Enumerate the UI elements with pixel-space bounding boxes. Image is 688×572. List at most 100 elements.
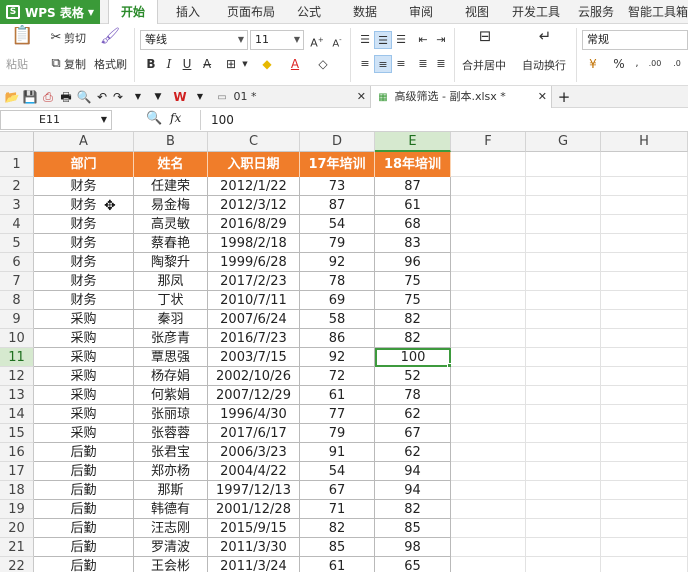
header-cell-d[interactable]: 17年培训 bbox=[300, 152, 375, 177]
empty-cell[interactable] bbox=[451, 367, 526, 386]
empty-cell[interactable] bbox=[526, 215, 601, 234]
empty-cell[interactable] bbox=[451, 215, 526, 234]
table-cell[interactable]: 张君宝 bbox=[134, 443, 208, 462]
table-cell[interactable]: 87 bbox=[375, 177, 451, 196]
table-cell[interactable]: 2006/3/23 bbox=[208, 443, 300, 462]
table-cell[interactable]: 96 bbox=[375, 253, 451, 272]
close-icon[interactable]: ✕ bbox=[538, 86, 547, 108]
table-cell[interactable]: 71 bbox=[300, 500, 375, 519]
strikethrough-icon[interactable]: A̶ bbox=[198, 55, 216, 73]
table-cell[interactable]: 后勤 bbox=[34, 462, 134, 481]
cut-button[interactable]: ✂ 剪切 bbox=[48, 30, 86, 46]
table-cell[interactable]: 91 bbox=[300, 443, 375, 462]
table-cell[interactable]: 2007/6/24 bbox=[208, 310, 300, 329]
table-cell[interactable]: 后勤 bbox=[34, 481, 134, 500]
empty-cell[interactable] bbox=[526, 481, 601, 500]
row-header-3[interactable]: 3 bbox=[0, 196, 34, 215]
empty-cell[interactable] bbox=[601, 291, 688, 310]
table-cell[interactable]: 92 bbox=[300, 253, 375, 272]
table-cell[interactable]: 75 bbox=[375, 272, 451, 291]
empty-cell[interactable] bbox=[526, 405, 601, 424]
table-cell[interactable]: 2017/2/23 bbox=[208, 272, 300, 291]
table-cell[interactable]: 83 bbox=[375, 234, 451, 253]
empty-cell[interactable] bbox=[451, 234, 526, 253]
merge-center-button[interactable]: 合并居中 bbox=[462, 57, 506, 73]
table-cell[interactable]: 67 bbox=[300, 481, 375, 500]
customize-toolbar-icon[interactable]: ▼ bbox=[130, 89, 146, 105]
table-cell[interactable]: 2012/1/22 bbox=[208, 177, 300, 196]
table-cell[interactable]: 秦羽 bbox=[134, 310, 208, 329]
table-cell[interactable]: 2003/7/15 bbox=[208, 348, 300, 367]
spreadsheet-grid[interactable]: A B C D E F G H 1 部门 姓名 入职日期 17年培训 18年培训 2 财务 任建荣 2012/1/… bbox=[0, 132, 688, 572]
clear-format-icon[interactable]: ◇ bbox=[314, 55, 332, 73]
column-header-h[interactable]: H bbox=[601, 132, 688, 152]
empty-cell[interactable] bbox=[451, 291, 526, 310]
comma-style-icon[interactable]: , bbox=[628, 55, 646, 73]
table-cell[interactable]: 财务 bbox=[34, 177, 134, 196]
empty-cell[interactable] bbox=[601, 367, 688, 386]
table-cell[interactable]: 韩德有 bbox=[134, 500, 208, 519]
align-right-icon[interactable]: ≡ bbox=[392, 55, 410, 73]
empty-cell[interactable] bbox=[601, 481, 688, 500]
empty-cell[interactable] bbox=[526, 443, 601, 462]
table-cell[interactable]: 98 bbox=[375, 538, 451, 557]
fill-color-icon[interactable]: ◆ bbox=[258, 55, 276, 73]
table-cell[interactable]: 85 bbox=[375, 519, 451, 538]
table-cell[interactable]: 罗清波 bbox=[134, 538, 208, 557]
row-header-2[interactable]: 2 bbox=[0, 177, 34, 196]
empty-cell[interactable] bbox=[526, 177, 601, 196]
wps-app-menu-button[interactable]: S WPS 表格 ▼ bbox=[0, 0, 100, 24]
table-cell[interactable]: 68 bbox=[375, 215, 451, 234]
tab-home[interactable]: 开始 bbox=[108, 0, 158, 25]
table-cell[interactable]: 后勤 bbox=[34, 500, 134, 519]
empty-cell[interactable] bbox=[451, 500, 526, 519]
empty-cell[interactable] bbox=[601, 152, 688, 177]
redo-icon[interactable]: ↷ bbox=[110, 89, 126, 105]
table-cell[interactable]: 后勤 bbox=[34, 519, 134, 538]
table-cell[interactable]: 蔡春艳 bbox=[134, 234, 208, 253]
empty-cell[interactable] bbox=[451, 196, 526, 215]
empty-cell[interactable] bbox=[601, 519, 688, 538]
table-cell[interactable]: 易金梅 bbox=[134, 196, 208, 215]
table-cell[interactable]: 79 bbox=[300, 424, 375, 443]
empty-cell[interactable] bbox=[526, 272, 601, 291]
empty-cell[interactable] bbox=[526, 291, 601, 310]
table-cell[interactable]: 58 bbox=[300, 310, 375, 329]
number-format-select[interactable]: 常规 bbox=[582, 30, 688, 50]
increase-indent-icon[interactable]: ⇥ bbox=[432, 31, 450, 49]
empty-cell[interactable] bbox=[451, 538, 526, 557]
table-cell[interactable]: 67 bbox=[375, 424, 451, 443]
table-cell[interactable]: 61 bbox=[300, 557, 375, 572]
justify-icon[interactable]: ≣ bbox=[414, 55, 432, 73]
table-cell[interactable]: 2016/8/29 bbox=[208, 215, 300, 234]
table-cell[interactable]: 82 bbox=[375, 310, 451, 329]
empty-cell[interactable] bbox=[451, 348, 526, 367]
table-cell[interactable]: 张蓉蓉 bbox=[134, 424, 208, 443]
table-cell[interactable]: 2001/12/28 bbox=[208, 500, 300, 519]
empty-cell[interactable] bbox=[451, 462, 526, 481]
table-cell[interactable]: 54 bbox=[300, 462, 375, 481]
table-cell[interactable]: 1999/6/28 bbox=[208, 253, 300, 272]
print-preview-icon[interactable]: 🔍 bbox=[76, 89, 92, 105]
percent-icon[interactable]: % bbox=[610, 55, 628, 73]
row-header-14[interactable]: 14 bbox=[0, 405, 34, 424]
open-folder-icon[interactable]: 📂 bbox=[4, 89, 20, 105]
table-cell[interactable]: 94 bbox=[375, 462, 451, 481]
column-header-b[interactable]: B bbox=[134, 132, 208, 152]
empty-cell[interactable] bbox=[526, 538, 601, 557]
table-cell[interactable]: 2010/7/11 bbox=[208, 291, 300, 310]
empty-cell[interactable] bbox=[601, 557, 688, 572]
new-tab-icon[interactable]: + bbox=[556, 89, 572, 105]
print-icon[interactable]: 🖶 bbox=[58, 89, 74, 105]
empty-cell[interactable] bbox=[601, 253, 688, 272]
chevron-down-icon[interactable]: ▼ bbox=[192, 89, 208, 105]
empty-cell[interactable] bbox=[451, 443, 526, 462]
font-name-select[interactable]: 等线 ▼ bbox=[140, 30, 248, 50]
empty-cell[interactable] bbox=[451, 152, 526, 177]
table-cell[interactable]: 72 bbox=[300, 367, 375, 386]
table-cell[interactable]: 2017/6/17 bbox=[208, 424, 300, 443]
paste-button[interactable]: 📋 bbox=[8, 27, 34, 50]
tab-data[interactable]: 数据 bbox=[348, 0, 382, 24]
row-header-6[interactable]: 6 bbox=[0, 253, 34, 272]
row-header-1[interactable]: 1 bbox=[0, 152, 34, 177]
